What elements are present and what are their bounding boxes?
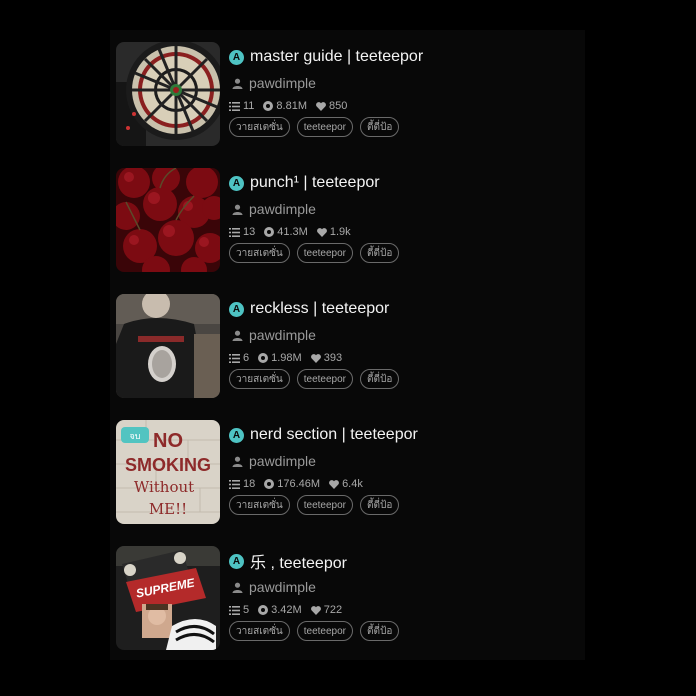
story-item[interactable]: A master guide | teeteepor pawdimple 11 …: [116, 42, 476, 146]
story-item[interactable]: A reckless | teeteepor pawdimple 6 1.98M…: [116, 294, 476, 398]
a-badge-icon: A: [229, 427, 244, 443]
tag[interactable]: ตี้ตี่ป้อ: [360, 495, 400, 515]
cover-text: Without: [134, 478, 194, 496]
user-icon: [232, 78, 243, 89]
story-author[interactable]: pawdimple: [249, 579, 316, 595]
tag[interactable]: วายสเตซั่น: [229, 495, 290, 515]
tag[interactable]: teeteepor: [296, 495, 353, 515]
story-author[interactable]: pawdimple: [249, 453, 316, 469]
tag[interactable]: วายสเตซั่น: [229, 369, 290, 389]
heart-icon: [316, 227, 327, 237]
story-title[interactable]: nerd section | teeteepor: [250, 426, 418, 444]
a-badge-icon: A: [229, 301, 244, 317]
user-icon: [232, 330, 243, 341]
a-badge-icon: A: [229, 175, 244, 191]
story-cover-image[interactable]: จบ NO SMOKING Without ME!!: [116, 420, 220, 524]
reads-count: 176.46M: [277, 478, 321, 490]
user-icon: [232, 582, 243, 593]
tag[interactable]: ตี้ตี่ป้อ: [360, 117, 400, 137]
heart-icon: [329, 479, 339, 489]
tag[interactable]: teeteepor: [296, 369, 353, 389]
story-cover-image[interactable]: SUPREME: [116, 546, 220, 650]
votes-count: 850: [329, 100, 348, 112]
reads-icon: [263, 101, 274, 111]
a-badge-icon: A: [229, 49, 244, 65]
reads-icon: [258, 353, 269, 363]
user-icon: [232, 204, 243, 215]
story-author[interactable]: pawdimple: [249, 201, 316, 217]
tshirt-photo-image: [116, 294, 220, 398]
story-author[interactable]: pawdimple: [249, 75, 316, 91]
story-cover-image[interactable]: [116, 294, 220, 398]
cherries-image: [116, 168, 220, 272]
dartboard-image: [116, 42, 220, 146]
story-author[interactable]: pawdimple: [249, 327, 316, 343]
reads-icon: [264, 227, 275, 237]
heart-icon: [310, 353, 321, 363]
tag[interactable]: teeteepor: [296, 621, 353, 641]
votes-count: 1.9k: [329, 226, 351, 238]
tag[interactable]: วายสเตซั่น: [229, 117, 290, 137]
parts-count: 11: [243, 100, 255, 112]
heart-icon: [310, 605, 321, 615]
a-badge-icon: A: [229, 553, 244, 569]
tag[interactable]: ตี้ตี่ป้อ: [360, 369, 400, 389]
story-title[interactable]: 乐 , teeteepor: [250, 549, 347, 573]
list-icon: [229, 479, 240, 489]
no-smoking-wall-image: จบ NO SMOKING Without ME!!: [116, 420, 220, 524]
story-cover-image[interactable]: [116, 42, 220, 146]
skateboard-image: SUPREME: [116, 546, 220, 650]
reads-count: 1.98M: [271, 352, 302, 364]
reads-icon: [264, 479, 275, 489]
story-item[interactable]: SUPREME A 乐 , teeteepor pawdimple 5 3.42…: [116, 546, 476, 650]
list-icon: [229, 353, 240, 363]
story-item[interactable]: A punch¹ | teeteepor pawdimple 13 41.3M …: [116, 168, 476, 272]
tag[interactable]: teeteepor: [296, 243, 353, 263]
list-icon: [229, 227, 240, 237]
list-icon: [229, 605, 240, 615]
reads-count: 3.42M: [271, 604, 302, 616]
parts-count: 13: [243, 226, 256, 238]
cover-text: ME!!: [149, 500, 187, 518]
list-icon: [229, 101, 240, 111]
story-cover-image[interactable]: [116, 168, 220, 272]
votes-count: 722: [323, 604, 343, 616]
complete-badge: จบ: [130, 432, 141, 442]
parts-count: 5: [243, 604, 250, 616]
tag[interactable]: ตี้ตี่ป้อ: [360, 243, 400, 263]
tag[interactable]: วายสเตซั่น: [229, 621, 290, 641]
parts-count: 18: [243, 478, 256, 490]
reads-count: 41.3M: [277, 226, 308, 238]
story-title[interactable]: master guide | teeteepor: [250, 48, 423, 66]
cover-text: SMOKING: [125, 455, 211, 475]
votes-count: 6.4k: [342, 478, 363, 490]
story-item[interactable]: จบ NO SMOKING Without ME!! A nerd sectio…: [116, 420, 476, 524]
reads-icon: [258, 605, 269, 615]
story-title[interactable]: punch¹ | teeteepor: [250, 174, 380, 192]
heart-icon: [316, 101, 326, 111]
story-title[interactable]: reckless | teeteepor: [250, 300, 389, 318]
votes-count: 393: [323, 352, 343, 364]
cover-text: NO: [153, 430, 183, 452]
tag[interactable]: ตี้ตี่ป้อ: [360, 621, 400, 641]
parts-count: 6: [243, 352, 250, 364]
tag[interactable]: วายสเตซั่น: [229, 243, 290, 263]
user-icon: [232, 456, 243, 467]
tag[interactable]: teeteepor: [296, 117, 353, 137]
reads-count: 8.81M: [276, 100, 307, 112]
